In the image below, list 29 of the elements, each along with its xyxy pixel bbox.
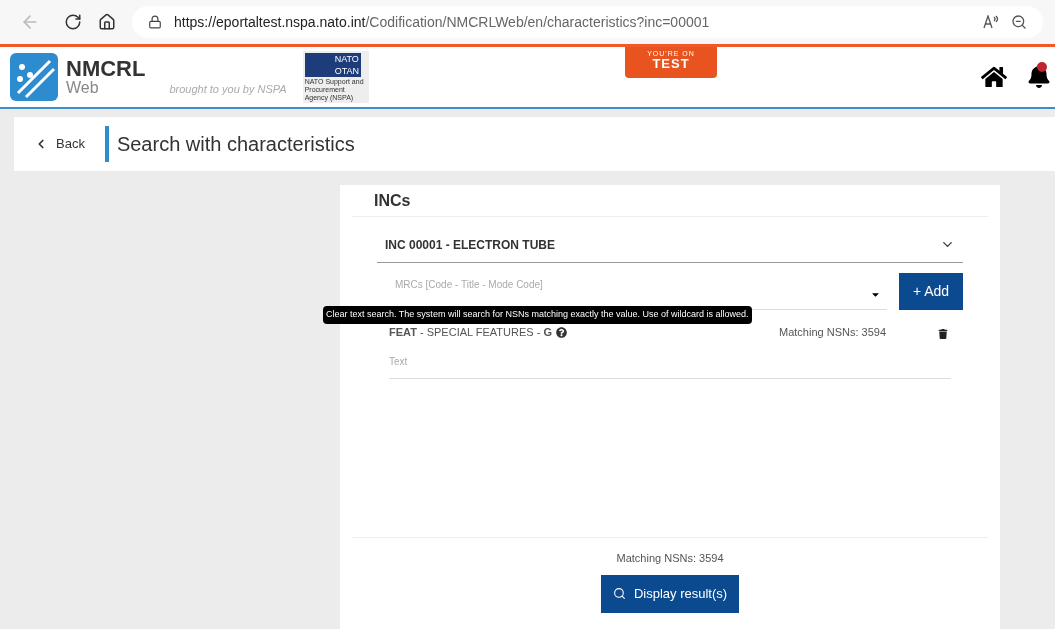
notification-badge: [1037, 62, 1047, 72]
nato-text: NATO: [334, 53, 359, 65]
card-heading: INCs: [374, 190, 411, 211]
criterion-label: FEAT - SPECIAL FEATURES - G: [389, 325, 552, 340]
home-icon[interactable]: [98, 13, 116, 31]
criterion-text-field[interactable]: Text: [389, 344, 951, 379]
total-matching: Matching NSNs: 3594: [616, 551, 724, 566]
tooltip: Clear text search. The system will search for NSNs matching exactly the value. Use of wildcard is allowed.: [323, 306, 752, 324]
tagline: brought to you by NSPA: [169, 81, 287, 97]
address-bar[interactable]: https://eportaltest.nspa.nato.int/Codification/NMCRLWeb/en/characteristics?inc=00001: [132, 6, 1043, 38]
search-icon: [612, 587, 626, 600]
zoom-icon[interactable]: [1011, 14, 1027, 30]
app-subtitle: Web: [66, 80, 100, 96]
reload-icon[interactable]: [64, 13, 82, 31]
app-name: NMCRL: [66, 58, 146, 80]
help-icon[interactable]: [556, 326, 567, 338]
display-results-button[interactable]: Display result(s): [601, 574, 739, 613]
delete-icon[interactable]: [938, 329, 948, 340]
home-icon[interactable]: [981, 64, 1007, 90]
otan-text: OTAN: [334, 65, 359, 77]
read-aloud-icon[interactable]: [983, 15, 999, 29]
page-title: Search with characteristics: [116, 132, 355, 157]
add-button[interactable]: + Add: [899, 273, 963, 310]
logo-icon: [10, 53, 58, 101]
inc-dropdown[interactable]: INC 00001 - ELECTRON TUBE: [377, 227, 963, 263]
url-text: https://eportaltest.nspa.nato.int/Codification/NMCRLWeb/en/characteristics?inc=00001: [174, 12, 710, 32]
back-button[interactable]: Back: [22, 134, 97, 154]
criterion-matching: Matching NSNs: 3594: [779, 325, 886, 340]
lock-icon: [148, 15, 162, 29]
